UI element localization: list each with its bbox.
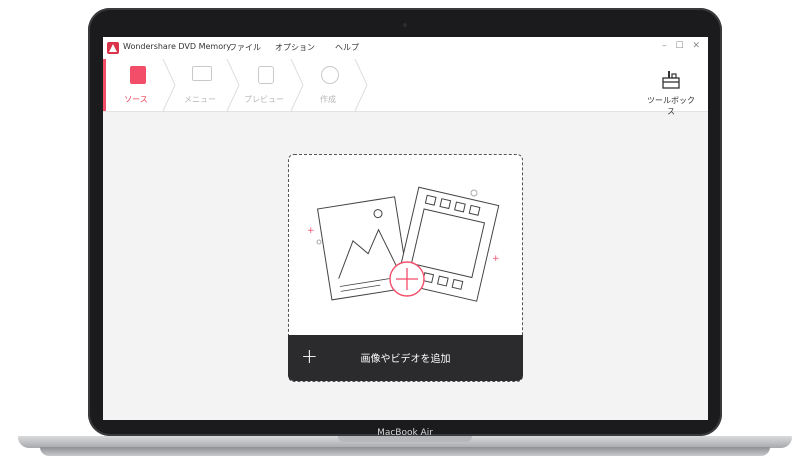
step-toolbar: ソース メニュー プレビュー 作成 ツールボックス: [103, 59, 708, 116]
app-title: Wondershare DVD Memory: [123, 42, 232, 51]
camera-dot: [403, 23, 407, 27]
app-window: Wondershare DVD Memory ファイル オプション ヘルプ – …: [103, 37, 708, 420]
toolbox-icon: [662, 71, 680, 89]
laptop-base-underside: [40, 447, 770, 456]
media-illustration-icon: + +: [307, 186, 500, 302]
toolbox-label: ツールボックス: [647, 96, 695, 116]
menu-file[interactable]: ファイル: [229, 42, 261, 53]
menu-help[interactable]: ヘルプ: [335, 42, 359, 53]
device-brand-label: MacBook Air: [377, 428, 433, 438]
svg-text:+: +: [307, 226, 315, 236]
step-dividers: [162, 59, 368, 111]
title-bar: Wondershare DVD Memory ファイル オプション ヘルプ – …: [103, 37, 708, 60]
window-controls[interactable]: – ☐ ✕: [662, 41, 703, 51]
svg-text:+: +: [492, 254, 500, 264]
toolbox-button[interactable]: ツールボックス: [644, 65, 698, 116]
menu-options[interactable]: オプション: [275, 42, 315, 53]
add-media-button[interactable]: + 画像やビデオを追加: [288, 335, 523, 381]
app-logo-icon: [107, 42, 119, 54]
add-media-label: 画像やビデオを追加: [360, 354, 451, 365]
